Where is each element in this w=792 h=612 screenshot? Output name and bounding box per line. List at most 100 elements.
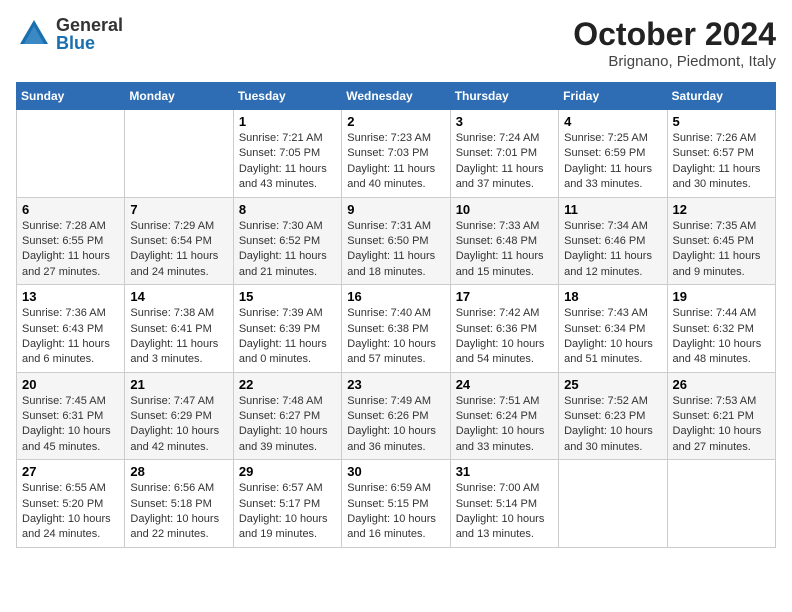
day-number: 10	[456, 202, 553, 217]
calendar-week-row: 6Sunrise: 7:28 AMSunset: 6:55 PMDaylight…	[17, 197, 776, 285]
cell-info: Sunrise: 7:48 AMSunset: 6:27 PMDaylight:…	[239, 394, 336, 456]
weekday-header: Friday	[559, 83, 667, 110]
title-block: October 2024 Brignano, Piedmont, Italy	[573, 16, 776, 70]
logo-text: General Blue	[56, 16, 123, 52]
day-number: 27	[22, 464, 119, 479]
cell-info: Sunrise: 7:30 AMSunset: 6:52 PMDaylight:…	[239, 219, 336, 281]
cell-info: Sunrise: 6:57 AMSunset: 5:17 PMDaylight:…	[239, 481, 336, 543]
calendar-body: 1Sunrise: 7:21 AMSunset: 7:05 PMDaylight…	[17, 110, 776, 548]
logo: General Blue	[16, 16, 123, 52]
page-header: General Blue October 2024 Brignano, Pied…	[16, 16, 776, 70]
calendar-cell: 24 Sunrise: 7:51 AMSunset: 6:24 PMDayligh…	[450, 372, 558, 460]
month-title: October 2024	[573, 16, 776, 53]
cell-info: Sunrise: 7:35 AMSunset: 6:45 PMDaylight:…	[673, 219, 770, 281]
calendar-cell: 9 Sunrise: 7:31 AMSunset: 6:50 PMDaylight…	[342, 197, 450, 285]
cell-info: Sunrise: 7:29 AMSunset: 6:54 PMDaylight:…	[130, 219, 227, 281]
calendar-cell: 2 Sunrise: 7:23 AMSunset: 7:03 PMDaylight…	[342, 110, 450, 198]
weekday-header: Tuesday	[233, 83, 341, 110]
calendar-week-row: 27Sunrise: 6:55 AMSunset: 5:20 PMDayligh…	[17, 460, 776, 548]
calendar-cell	[559, 460, 667, 548]
cell-info: Sunrise: 7:23 AMSunset: 7:03 PMDaylight:…	[347, 131, 444, 193]
day-number: 14	[130, 289, 227, 304]
calendar-cell: 8Sunrise: 7:30 AMSunset: 6:52 PMDaylight…	[233, 197, 341, 285]
day-number: 28	[130, 464, 227, 479]
cell-info: Sunrise: 6:56 AMSunset: 5:18 PMDaylight:…	[130, 481, 227, 543]
calendar-cell	[17, 110, 125, 198]
calendar-cell: 12Sunrise: 7:35 AMSunset: 6:45 PMDayligh…	[667, 197, 775, 285]
cell-info: Sunrise: 7:42 AMSunset: 6:36 PMDaylight:…	[456, 306, 553, 368]
logo-icon	[16, 16, 52, 52]
calendar-cell: 10 Sunrise: 7:33 AMSunset: 6:48 PMDayligh…	[450, 197, 558, 285]
location: Brignano, Piedmont, Italy	[573, 53, 776, 70]
day-number: 20	[22, 377, 119, 392]
day-number: 2	[347, 114, 444, 129]
calendar-week-row: 20 Sunrise: 7:45 AMSunset: 6:31 PMDayligh…	[17, 372, 776, 460]
weekday-header: Thursday	[450, 83, 558, 110]
cell-info: Sunrise: 7:36 AMSunset: 6:43 PMDaylight:…	[22, 306, 119, 368]
cell-info: Sunrise: 7:38 AMSunset: 6:41 PMDaylight:…	[130, 306, 227, 368]
calendar-cell: 5Sunrise: 7:26 AMSunset: 6:57 PMDaylight…	[667, 110, 775, 198]
calendar-cell: 28 Sunrise: 6:56 AMSunset: 5:18 PMDayligh…	[125, 460, 233, 548]
calendar-cell: 6Sunrise: 7:28 AMSunset: 6:55 PMDaylight…	[17, 197, 125, 285]
calendar-cell: 26 Sunrise: 7:53 AMSunset: 6:21 PMDayligh…	[667, 372, 775, 460]
day-number: 16	[347, 289, 444, 304]
calendar-cell: 16 Sunrise: 7:40 AMSunset: 6:38 PMDayligh…	[342, 285, 450, 373]
cell-info: Sunrise: 7:26 AMSunset: 6:57 PMDaylight:…	[673, 131, 770, 193]
day-number: 26	[673, 377, 770, 392]
cell-info: Sunrise: 7:21 AMSunset: 7:05 PMDaylight:…	[239, 131, 336, 193]
cell-info: Sunrise: 7:33 AMSunset: 6:48 PMDaylight:…	[456, 219, 553, 281]
cell-info: Sunrise: 7:31 AMSunset: 6:50 PMDaylight:…	[347, 219, 444, 281]
cell-info: Sunrise: 7:44 AMSunset: 6:32 PMDaylight:…	[673, 306, 770, 368]
day-number: 15	[239, 289, 336, 304]
cell-info: Sunrise: 7:24 AMSunset: 7:01 PMDaylight:…	[456, 131, 553, 193]
day-number: 19	[673, 289, 770, 304]
calendar-cell	[125, 110, 233, 198]
cell-info: Sunrise: 7:39 AMSunset: 6:39 PMDaylight:…	[239, 306, 336, 368]
calendar-cell: 23 Sunrise: 7:49 AMSunset: 6:26 PMDayligh…	[342, 372, 450, 460]
day-number: 29	[239, 464, 336, 479]
weekday-header: Sunday	[17, 83, 125, 110]
day-number: 13	[22, 289, 119, 304]
cell-info: Sunrise: 7:49 AMSunset: 6:26 PMDaylight:…	[347, 394, 444, 456]
logo-blue: Blue	[56, 34, 123, 52]
cell-info: Sunrise: 7:43 AMSunset: 6:34 PMDaylight:…	[564, 306, 661, 368]
calendar-cell: 1Sunrise: 7:21 AMSunset: 7:05 PMDaylight…	[233, 110, 341, 198]
day-number: 23	[347, 377, 444, 392]
calendar-cell: 14 Sunrise: 7:38 AMSunset: 6:41 PMDayligh…	[125, 285, 233, 373]
cell-info: Sunrise: 7:47 AMSunset: 6:29 PMDaylight:…	[130, 394, 227, 456]
day-number: 30	[347, 464, 444, 479]
day-number: 11	[564, 202, 661, 217]
calendar-cell: 19 Sunrise: 7:44 AMSunset: 6:32 PMDayligh…	[667, 285, 775, 373]
weekday-header-row: SundayMondayTuesdayWednesdayThursdayFrid…	[17, 83, 776, 110]
day-number: 17	[456, 289, 553, 304]
cell-info: Sunrise: 7:00 AMSunset: 5:14 PMDaylight:…	[456, 481, 553, 543]
cell-info: Sunrise: 7:25 AMSunset: 6:59 PMDaylight:…	[564, 131, 661, 193]
calendar-cell: 20 Sunrise: 7:45 AMSunset: 6:31 PMDayligh…	[17, 372, 125, 460]
cell-info: Sunrise: 7:51 AMSunset: 6:24 PMDaylight:…	[456, 394, 553, 456]
calendar-cell: 15 Sunrise: 7:39 AMSunset: 6:39 PMDayligh…	[233, 285, 341, 373]
day-number: 3	[456, 114, 553, 129]
calendar-cell: 13 Sunrise: 7:36 AMSunset: 6:43 PMDayligh…	[17, 285, 125, 373]
day-number: 24	[456, 377, 553, 392]
day-number: 18	[564, 289, 661, 304]
day-number: 25	[564, 377, 661, 392]
day-number: 22	[239, 377, 336, 392]
calendar-cell: 29 Sunrise: 6:57 AMSunset: 5:17 PMDayligh…	[233, 460, 341, 548]
calendar-cell: 22 Sunrise: 7:48 AMSunset: 6:27 PMDayligh…	[233, 372, 341, 460]
calendar-week-row: 1Sunrise: 7:21 AMSunset: 7:05 PMDaylight…	[17, 110, 776, 198]
day-number: 9	[347, 202, 444, 217]
calendar-table: SundayMondayTuesdayWednesdayThursdayFrid…	[16, 82, 776, 548]
day-number: 6	[22, 202, 119, 217]
cell-info: Sunrise: 7:45 AMSunset: 6:31 PMDaylight:…	[22, 394, 119, 456]
cell-info: Sunrise: 7:40 AMSunset: 6:38 PMDaylight:…	[347, 306, 444, 368]
calendar-cell: 4Sunrise: 7:25 AMSunset: 6:59 PMDaylight…	[559, 110, 667, 198]
calendar-cell: 27Sunrise: 6:55 AMSunset: 5:20 PMDayligh…	[17, 460, 125, 548]
calendar-header: SundayMondayTuesdayWednesdayThursdayFrid…	[17, 83, 776, 110]
calendar-cell: 17 Sunrise: 7:42 AMSunset: 6:36 PMDayligh…	[450, 285, 558, 373]
calendar-cell: 18 Sunrise: 7:43 AMSunset: 6:34 PMDayligh…	[559, 285, 667, 373]
logo-general: General	[56, 16, 123, 34]
cell-info: Sunrise: 7:53 AMSunset: 6:21 PMDaylight:…	[673, 394, 770, 456]
calendar-cell	[667, 460, 775, 548]
calendar-week-row: 13 Sunrise: 7:36 AMSunset: 6:43 PMDayligh…	[17, 285, 776, 373]
cell-info: Sunrise: 7:34 AMSunset: 6:46 PMDaylight:…	[564, 219, 661, 281]
